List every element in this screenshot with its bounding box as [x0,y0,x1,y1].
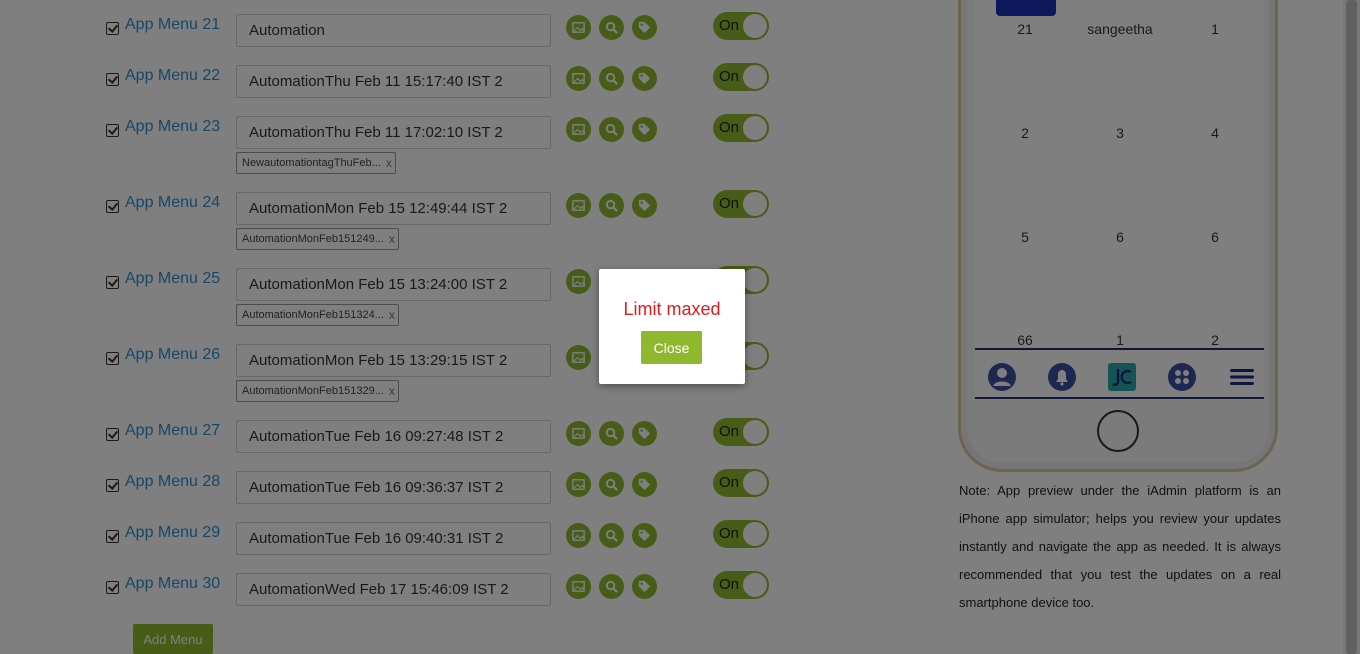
dialog-message: Limit maxed [623,299,721,319]
limit-dialog: Limit maxed Close [599,269,745,384]
close-button[interactable]: Close [641,331,702,364]
